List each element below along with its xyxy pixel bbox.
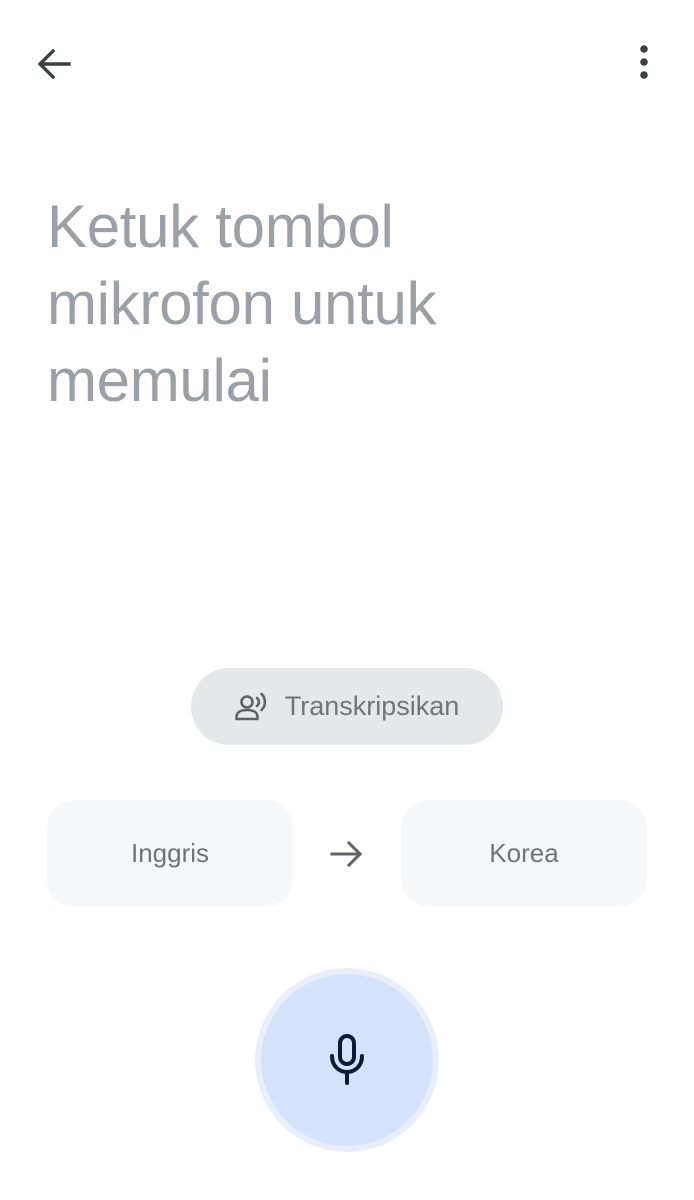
mic-icon xyxy=(330,1034,364,1085)
prompt-line-1: Ketuk tombol xyxy=(47,193,394,260)
mic-button-inner xyxy=(261,974,433,1146)
arrow-left-icon xyxy=(37,48,71,80)
prompt-line-3: memulai xyxy=(47,347,272,414)
more-options-button[interactable] xyxy=(620,38,668,86)
voice-person-icon xyxy=(234,692,271,722)
target-language-button[interactable]: Korea xyxy=(401,800,647,907)
source-language-label: Inggris xyxy=(130,838,210,868)
transcribe-label: Transkripsikan xyxy=(284,691,460,721)
back-button[interactable] xyxy=(30,40,78,88)
prompt-line-2: mikrofon untuk xyxy=(47,270,437,337)
more-vert-icon xyxy=(640,45,648,79)
arrow-right-icon xyxy=(330,840,363,868)
language-direction-arrow xyxy=(328,838,366,870)
source-language-button[interactable]: Inggris xyxy=(47,800,293,907)
mic-button[interactable] xyxy=(255,968,439,1152)
target-language-label: Korea xyxy=(489,838,559,868)
transcribe-button[interactable]: Transkripsikan xyxy=(191,668,503,745)
prompt-text: Ketuk tombol mikrofon untuk memulai xyxy=(47,188,647,419)
